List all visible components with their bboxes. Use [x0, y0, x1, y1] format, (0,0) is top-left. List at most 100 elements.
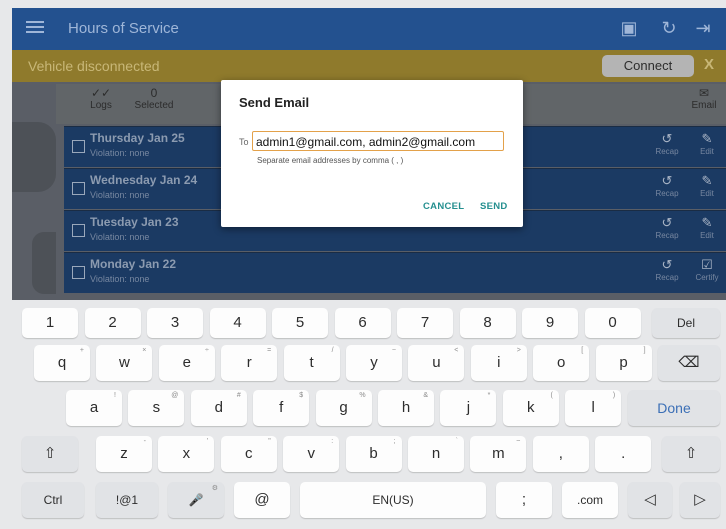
history-icon: ↺ — [661, 215, 673, 230]
space-key[interactable]: EN(US) — [300, 482, 486, 518]
key-s[interactable]: s @ — [128, 390, 185, 426]
symbols-key[interactable]: !@1 — [96, 482, 158, 518]
key-x[interactable]: x ' — [158, 436, 215, 472]
key-i[interactable]: i > — [470, 345, 527, 381]
key-k[interactable]: k( — [502, 390, 559, 426]
recap-button[interactable]: ↺ Recap — [650, 131, 684, 156]
row-checkbox[interactable] — [72, 224, 85, 237]
recap-button[interactable]: ↺ Recap — [650, 173, 684, 198]
certify-button[interactable]: ☑ Certify — [690, 257, 724, 282]
key-z[interactable]: z- — [96, 436, 152, 472]
key-w[interactable]: w × — [96, 345, 153, 381]
vehicle-status-banner: Vehicle disconnected Connect X — [12, 50, 726, 82]
key-v[interactable]: v: — [283, 436, 340, 472]
logout-icon[interactable]: ⇥ — [692, 17, 714, 39]
close-banner-button[interactable]: X — [704, 56, 714, 73]
key-h[interactable]: h & — [378, 390, 434, 426]
key-p[interactable]: p] — [595, 345, 652, 381]
period-key[interactable]: . — [595, 436, 652, 472]
key-y[interactable]: y − — [346, 345, 402, 381]
key-f[interactable]: f $ — [253, 390, 310, 426]
key-d[interactable]: d # — [190, 390, 247, 426]
backspace-key-label: ⌫ — [678, 354, 700, 371]
semicolon-key[interactable]: ; — [496, 482, 552, 518]
log-row[interactable]: Monday Jan 22 Violation: none ↺ Recap ☑ Ce… — [64, 252, 726, 293]
key-a[interactable]: a! — [66, 390, 122, 426]
number-key-8[interactable]: 8 — [459, 308, 516, 338]
selected-counter: 0 Selected — [132, 86, 176, 111]
number-8-key-label: 8 — [483, 314, 492, 331]
key-m[interactable]: m ~ — [470, 436, 527, 472]
dot-com-key[interactable]: .com — [562, 482, 618, 518]
tablet-frame: Hours of Service ▣ ↻ ⇥ Vehicle disconnec… — [0, 0, 726, 529]
number-key-7[interactable]: 7 — [397, 308, 453, 338]
microphone-key[interactable]: 🎤 ⚙ — [168, 482, 224, 518]
number-key-3[interactable]: 3 — [147, 308, 203, 338]
done-key[interactable]: Done — [628, 390, 720, 426]
key-b[interactable]: b; — [345, 436, 402, 472]
backspace-key[interactable]: ⌫ — [658, 345, 720, 381]
key-u[interactable]: u < — [408, 345, 465, 381]
email-tool[interactable]: ✉ Email — [688, 86, 720, 111]
app-bar: Hours of Service ▣ ↻ ⇥ — [12, 8, 726, 50]
key-n[interactable]: n ` — [408, 436, 464, 472]
number-key-9[interactable]: 9 — [522, 308, 578, 338]
key-e[interactable]: e ÷ — [158, 345, 215, 381]
key-l[interactable]: l) — [565, 390, 622, 426]
recap-button[interactable]: ↺ Recap — [650, 215, 684, 240]
number-7-key-label: 7 — [420, 314, 430, 331]
number-key-0[interactable]: 0 — [584, 308, 641, 338]
ctrl-key[interactable]: Ctrl — [22, 482, 84, 518]
email-recipients-input[interactable]: admin1@gmail.com, admin2@gmail.com — [252, 131, 504, 151]
shift-left-key[interactable]: ⇧ — [22, 436, 78, 472]
history-icon: ↺ — [661, 173, 673, 188]
inspection-report-icon[interactable]: ▣ — [618, 17, 640, 39]
key-secondary-symbol: ' — [207, 438, 209, 445]
at-key[interactable]: @ — [234, 482, 290, 518]
edit-button[interactable]: ✎ Edit — [690, 131, 724, 156]
shift-right-key[interactable]: ⇧ — [662, 436, 720, 472]
key-c[interactable]: c " — [220, 436, 277, 472]
logs-tool[interactable]: ✓✓ Logs — [86, 86, 116, 111]
number-key-4[interactable]: 4 — [209, 308, 266, 338]
key-secondary-symbol: / — [331, 347, 334, 354]
delete-key[interactable]: Del — [652, 308, 720, 338]
recap-label: Recap — [655, 147, 679, 156]
number-key-6[interactable]: 6 — [334, 308, 391, 338]
connect-button[interactable]: Connect — [602, 55, 694, 77]
dot-com-key-label: .com — [576, 493, 603, 507]
logs-label: Logs — [90, 100, 112, 111]
number-key-5[interactable]: 5 — [272, 308, 328, 338]
period-key-label: . — [621, 445, 626, 462]
edit-button[interactable]: ✎ Edit — [690, 215, 724, 240]
row-checkbox[interactable] — [72, 140, 85, 153]
key-r[interactable]: r = — [221, 345, 278, 381]
right-arrow-key[interactable]: ▷ — [680, 482, 720, 518]
left-arrow-key[interactable]: ◁ — [628, 482, 672, 518]
recap-button[interactable]: ↺ Recap — [650, 257, 684, 282]
send-button[interactable]: SEND — [480, 201, 508, 212]
row-checkbox[interactable] — [72, 266, 85, 279]
row-checkbox[interactable] — [72, 182, 85, 195]
menu-icon[interactable] — [26, 18, 44, 36]
number-key-2[interactable]: 2 — [84, 308, 141, 338]
refresh-icon[interactable]: ↻ — [658, 17, 680, 39]
certify-label: Certify — [695, 273, 719, 282]
edit-button[interactable]: ✎ Edit — [690, 173, 724, 198]
key-t[interactable]: t / — [283, 345, 340, 381]
number-key-1[interactable]: 1 — [22, 308, 78, 338]
key-o[interactable]: o[ — [533, 345, 590, 381]
key-secondary-symbol: : — [331, 438, 334, 445]
key-secondary-symbol: ( — [550, 392, 553, 399]
key-secondary-symbol: ; — [393, 438, 396, 445]
key-g[interactable]: g% — [315, 390, 372, 426]
key-q[interactable]: q + — [34, 345, 90, 381]
key-secondary-symbol: " — [268, 438, 271, 445]
comma-key[interactable]: , — [532, 436, 589, 472]
cancel-button[interactable]: CANCEL — [423, 201, 464, 212]
on-screen-keyboard: 1 2 3 4 5 6 7 8 9 0 Del q + w × e ÷ r = t / y − u < i > o[p] ⌫ a! s @ d #… — [12, 300, 726, 529]
left-arrow-key-label: ◁ — [644, 491, 656, 508]
key-j[interactable]: j * — [440, 390, 497, 426]
key-secondary-symbol: ! — [114, 392, 116, 399]
log-day: Monday Jan 22 — [90, 257, 177, 271]
